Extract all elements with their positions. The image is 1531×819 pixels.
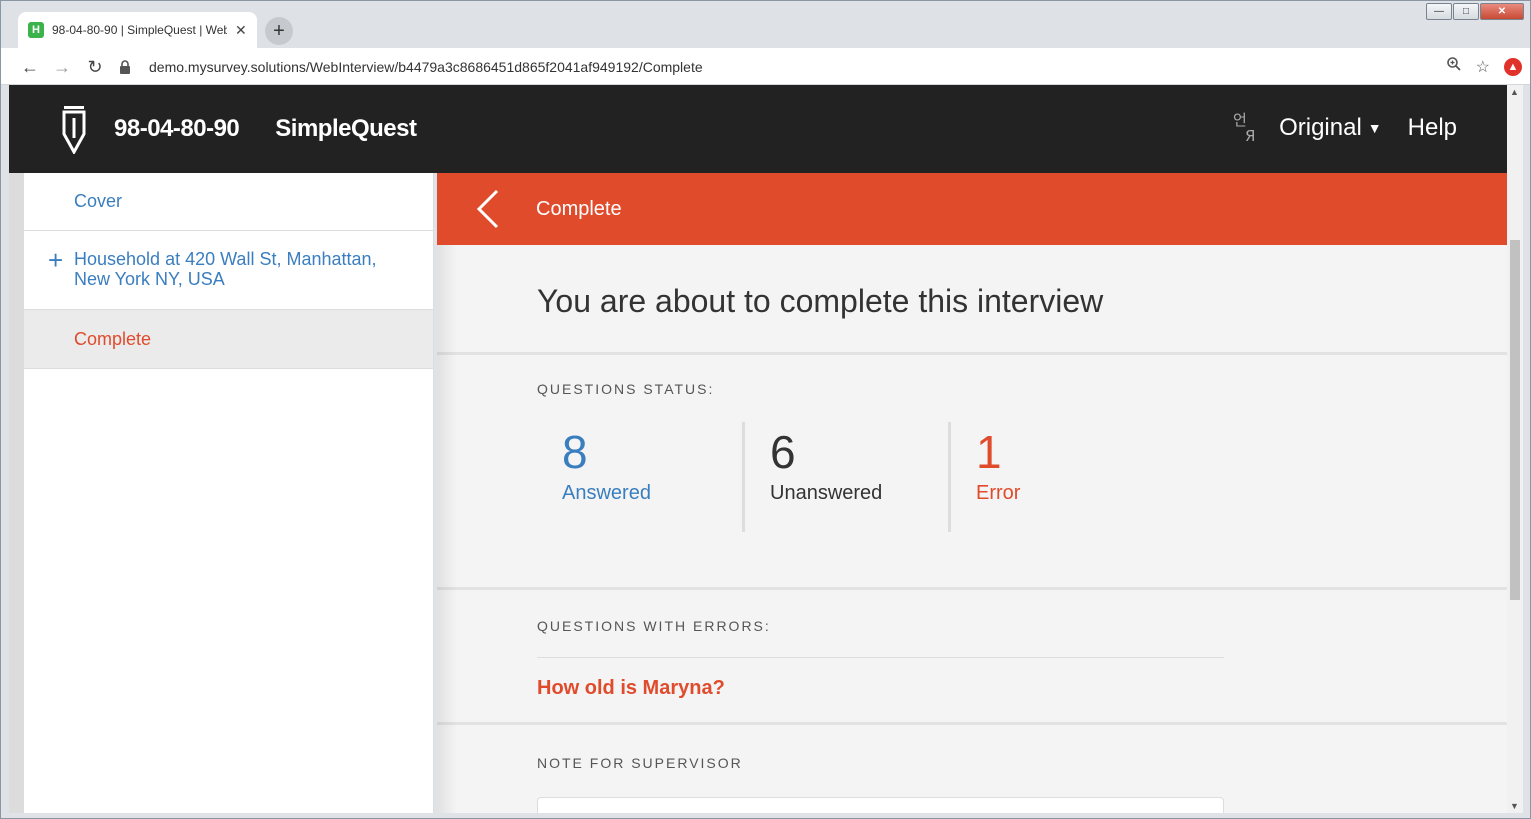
error-label: Error [976, 482, 1021, 504]
chevron-left-icon[interactable] [473, 187, 505, 231]
questionnaire-title: SimpleQuest [275, 115, 417, 142]
sidebar-gutter [9, 173, 24, 813]
sidebar-item-cover[interactable]: Cover [24, 173, 433, 231]
browser-toolbar: ← → ↻ demo.mysurvey.solutions/WebIntervi… [1, 48, 1530, 85]
error-stat[interactable]: 1 Error [951, 422, 1151, 532]
reload-icon[interactable]: ↻ [84, 56, 106, 78]
banner-title: Complete [536, 197, 622, 220]
divider [537, 657, 1224, 658]
browser-tab[interactable]: H 98-04-80-90 | SimpleQuest | WebI ✕ [18, 12, 257, 48]
svg-text:Я: Я [1245, 127, 1255, 143]
error-question-link[interactable]: How old is Maryna? [537, 677, 725, 700]
address-bar[interactable]: demo.mysurvey.solutions/WebInterview/b44… [119, 53, 1470, 80]
tab-title: 98-04-80-90 | SimpleQuest | WebI [52, 23, 227, 37]
sidebar-item-household[interactable]: + Household at 420 Wall St, Manhattan, N… [24, 231, 433, 310]
questions-status-section: QUESTIONS STATUS: 8 Answered 6 Unanswere… [437, 355, 1507, 590]
language-selector[interactable]: Original ▼ [1279, 114, 1382, 142]
scroll-thumb[interactable] [1510, 240, 1520, 600]
sidebar-item-label: Household at 420 Wall St, Manhattan, New… [74, 249, 377, 289]
caret-down-icon: ▼ [1367, 119, 1382, 136]
note-section: NOTE FOR SUPERVISOR [437, 725, 1507, 813]
questions-status-label: QUESTIONS STATUS: [537, 381, 715, 397]
survey-logo-icon[interactable] [57, 104, 91, 154]
questions-with-errors-section: QUESTIONS WITH ERRORS: How old is Maryna… [437, 590, 1507, 725]
app-header: 98-04-80-90 SimpleQuest 언Я Original ▼ He… [9, 85, 1507, 173]
extension-icon[interactable]: ▲ [1504, 57, 1522, 76]
star-icon[interactable]: ☆ [1476, 57, 1490, 77]
answered-label: Answered [562, 482, 651, 504]
scroll-down-icon[interactable]: ▼ [1510, 801, 1519, 811]
close-window-button[interactable]: ✕ [1480, 3, 1524, 20]
section-banner: Complete [437, 173, 1507, 245]
url-text: demo.mysurvey.solutions/WebInterview/b44… [149, 58, 703, 75]
language-icon[interactable]: 언Я [1233, 109, 1263, 146]
browser-window: H 98-04-80-90 | SimpleQuest | WebI ✕ + —… [0, 0, 1531, 819]
maximize-button[interactable]: □ [1453, 3, 1479, 20]
answered-stat[interactable]: 8 Answered [537, 422, 745, 532]
tab-strip: H 98-04-80-90 | SimpleQuest | WebI ✕ + —… [1, 1, 1530, 48]
panel-shadow [437, 245, 457, 813]
help-link[interactable]: Help [1408, 114, 1457, 142]
minimize-button[interactable]: — [1426, 3, 1452, 20]
favicon-icon: H [28, 22, 44, 38]
language-label: Original [1279, 113, 1362, 141]
error-count: 1 [976, 426, 1002, 478]
answered-count: 8 [562, 426, 588, 478]
window-controls: — □ ✕ [1425, 3, 1524, 20]
page-title: You are about to complete this interview [437, 245, 1507, 355]
zoom-icon[interactable] [1446, 56, 1462, 77]
lock-icon [119, 59, 133, 74]
sidebar: Cover + Household at 420 Wall St, Manhat… [24, 173, 434, 813]
unanswered-label: Unanswered [770, 482, 883, 504]
note-label: NOTE FOR SUPERVISOR [537, 755, 743, 771]
sidebar-item-complete[interactable]: Complete [24, 310, 433, 369]
unanswered-stat[interactable]: 6 Unanswered [745, 422, 951, 532]
note-textarea[interactable] [537, 797, 1224, 813]
scroll-up-icon[interactable]: ▲ [1510, 87, 1519, 97]
unanswered-count: 6 [770, 426, 796, 478]
interview-id: 98-04-80-90 [114, 115, 240, 142]
tab-close-icon[interactable]: ✕ [235, 22, 247, 39]
scrollbar[interactable]: ▲ ▼ [1507, 85, 1523, 813]
errors-label: QUESTIONS WITH ERRORS: [537, 618, 771, 634]
header-actions: 언Я Original ▼ Help [1233, 109, 1457, 146]
expand-plus-icon[interactable]: + [48, 247, 63, 273]
new-tab-button[interactable]: + [265, 17, 293, 45]
toolbar-icons: ☆ ▲ [1446, 56, 1522, 77]
forward-arrow-icon[interactable]: → [51, 56, 73, 78]
back-arrow-icon[interactable]: ← [19, 56, 41, 78]
main-content: Complete You are about to complete this … [437, 173, 1507, 813]
